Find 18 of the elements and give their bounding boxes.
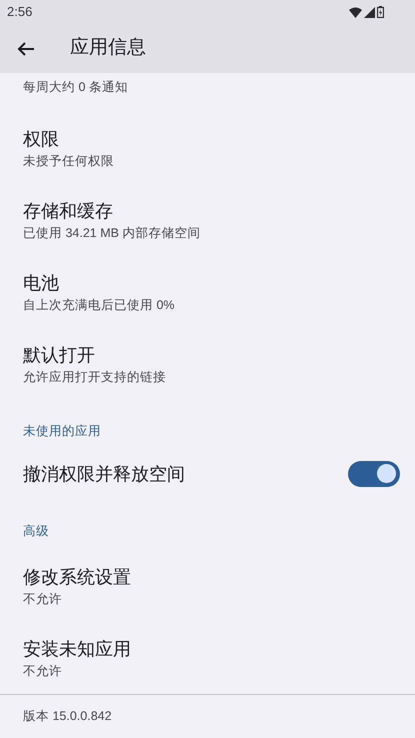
setting-item[interactable]: 安装未知应用 不允许 [0, 622, 415, 694]
setting-item[interactable]: 修改系统设置 不允许 [0, 550, 415, 622]
status-time: 2:56 [7, 3, 32, 22]
switch-row[interactable]: 撤消权限并释放空间 [0, 450, 415, 497]
signal-icon [364, 6, 375, 18]
battery-icon [377, 6, 384, 18]
section-header: 高级 [23, 523, 49, 539]
back-arrow-icon [17, 40, 35, 56]
setting-summary: 每周大约 0 条通知 [23, 79, 129, 95]
section-header: 未使用的应用 [23, 423, 101, 439]
toggle-switch[interactable] [348, 460, 400, 486]
setting-item[interactable]: 电池 自上次充满电后已使用 0% [0, 256, 415, 328]
setting-item[interactable]: 默认打开 允许应用打开支持的链接 [0, 328, 415, 400]
version-text: 版本 15.0.0.842 [23, 708, 112, 726]
app-bar-title: 应用信息 [70, 36, 146, 60]
setting-item[interactable]: 存储和缓存 已使用 34.21 MB 内部存储空间 [0, 184, 415, 256]
wifi-icon [349, 6, 362, 18]
setting-item[interactable]: 权限 未授予任何权限 [0, 112, 415, 184]
